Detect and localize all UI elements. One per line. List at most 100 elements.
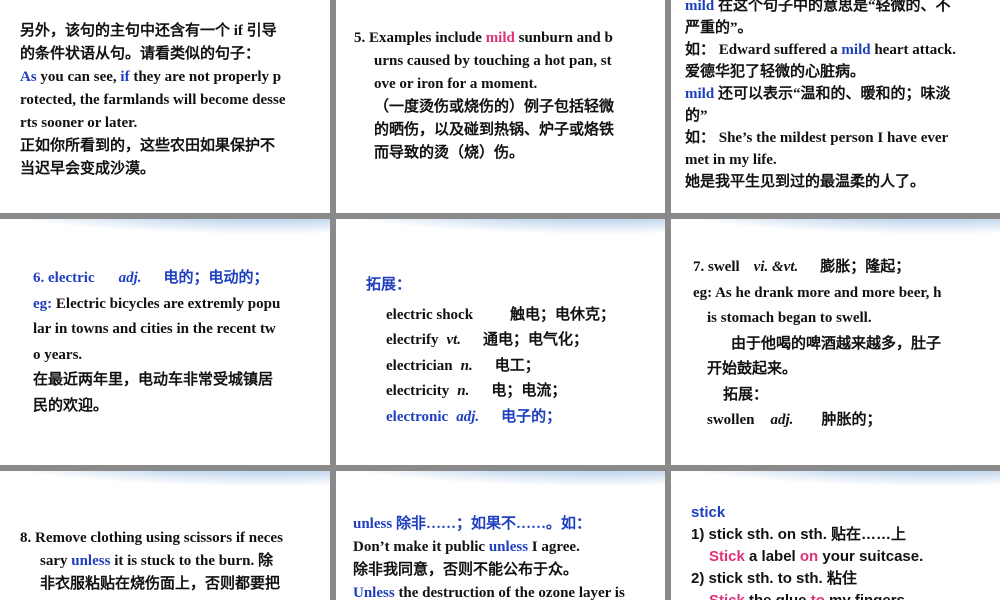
slide-panel-1: 另外，该句的主句中还含有一个 if 引导 的条件状语从句。请看类似的句子： As…: [0, 0, 330, 213]
meaning: 电的；电动的；: [163, 270, 269, 286]
text-line: mild 在这个句子中的意思是“轻微的、不: [685, 0, 995, 17]
text-span: I agree.: [528, 539, 580, 555]
keyword-stick: Stick: [709, 548, 745, 565]
panel-7-text: 8. Remove clothing using scissors if nec…: [20, 527, 325, 596]
panel-6-text: 7. swell vi. &vt. 膨胀；隆起； eg: As he drank m…: [693, 255, 993, 434]
text-line: unless 除非……；如果不……。如：: [353, 513, 663, 536]
text-span: 如： Edward suffered a: [685, 42, 842, 58]
extension-list: electric shock 触电；电休克； electrify vt. 通电；电气化；…: [366, 303, 656, 431]
text-line: （一度烫伤或烧伤的）例子包括轻微: [374, 99, 615, 115]
extension-word: electric shock: [386, 306, 474, 323]
text-line: 2) stick sth. to sth. 粘住: [691, 570, 857, 587]
extension-row: electrify vt. 通电；电气化；: [386, 328, 656, 354]
panel-1-text: 另外，该句的主句中还含有一个 if 引导 的条件状语从句。请看类似的句子： As…: [20, 20, 320, 181]
slide-panel-8: unless 除非……；如果不……。如： Don’t make it publi…: [336, 471, 665, 600]
text-line: eg: Electric bicycles are extremly popu: [33, 292, 323, 318]
text-span: my fingers.: [825, 592, 909, 600]
text-line: sary unless it is stuck to the burn. 除: [20, 550, 325, 573]
text-span: heart attack.: [870, 42, 956, 58]
text-line: As you can see, if they are not properly…: [20, 66, 320, 89]
slide-panel-5: 拓展： electric shock 触电；电休克； electrify vt. 通电；…: [336, 219, 665, 465]
keyword-as: As: [20, 69, 37, 85]
text-line: Stick a label on your suitcase.: [691, 546, 996, 568]
extension-pos: n.: [460, 357, 473, 374]
part-of-speech: adj.: [770, 412, 794, 428]
keyword-on: on: [799, 548, 819, 565]
text-line: 民的欢迎。: [33, 397, 109, 414]
word-swollen: swollen: [707, 412, 755, 428]
word-stick: stick: [691, 504, 726, 521]
text-line: 的”: [685, 108, 708, 124]
slide-panel-7: 8. Remove clothing using scissors if nec…: [0, 471, 330, 600]
text-line: 而导致的烫（烧）伤。: [374, 145, 525, 161]
panel-9-text: stick 1) stick sth. on sth. 贴在……上 Stick …: [691, 502, 996, 600]
text-line: 她是我平生见到过的最温柔的人了。: [685, 174, 926, 190]
keyword-unless: unless: [488, 539, 529, 555]
text-span: 在这个句子中的意思是“轻微的、不: [714, 0, 951, 14]
text-line: 拓展：: [723, 386, 769, 403]
extension-word: electrify: [386, 332, 439, 348]
panel-4-text: 6. electric adj. 电的；电动的； eg: Electric bicy…: [33, 266, 323, 419]
text-line: 另外，该句的主句中还含有一个 if 引导: [20, 23, 277, 39]
text-line: 5. Examples include mild sunburn and b: [354, 27, 659, 50]
extension-meaning: 触电；电休克；: [510, 306, 616, 323]
slide-panel-2: 5. Examples include mild sunburn and b u…: [336, 0, 665, 213]
text-span: you can see,: [36, 69, 121, 85]
text-line: rts sooner or later.: [20, 115, 138, 131]
keyword-stick: Stick: [709, 592, 745, 600]
extension-meaning: 通电；电气化；: [483, 332, 589, 348]
text-line: 在最近两年里，电动车非常受城镇居: [33, 372, 274, 388]
text-span: it is stuck to the burn. 除: [110, 553, 273, 569]
text-span: 除非……；如果不……。如：: [392, 516, 591, 532]
keyword-to: to: [811, 592, 825, 600]
meaning: 肿胀的；: [821, 412, 882, 428]
text-span: sary: [40, 553, 72, 569]
keyword-unless: Unless: [353, 585, 395, 600]
text-line: 的晒伤，以及碰到热锅、炉子或烙铁: [374, 122, 615, 138]
text-line: 1) stick sth. on sth. 贴在……上: [691, 526, 907, 543]
text-line: 爱德华犯了轻微的心脏病。: [685, 64, 866, 80]
slide-panel-3: mild 在这个句子中的意思是“轻微的、不 严重的”。 如： Edward su…: [671, 0, 1000, 213]
text-line: 当迟早会变成沙漠。: [20, 161, 156, 177]
panel-3-text: mild 在这个句子中的意思是“轻微的、不 严重的”。 如： Edward su…: [685, 0, 995, 193]
text-span: 5. Examples include: [354, 30, 486, 46]
text-line: mild 还可以表示“温和的、暖和的；味淡: [685, 83, 995, 105]
extension-row: electricity n. 电；电流；: [386, 379, 656, 405]
extension-meaning: 电工；: [494, 357, 540, 374]
header-wave: [0, 219, 330, 263]
text-line: swollen adj. 肿胀的；: [693, 408, 993, 434]
text-span: a label: [744, 548, 800, 565]
extension-row: electrician n. 电工；: [386, 354, 656, 380]
text-span: the glue: [745, 592, 811, 600]
extension-row: electric shock 触电；电休克；: [386, 303, 656, 329]
text-line: 由于他喝的啤酒越来越多，肚子: [731, 335, 942, 352]
part-of-speech: vi. &vt.: [753, 259, 799, 275]
keyword-if: if: [120, 69, 130, 85]
meaning: 膨胀；隆起；: [820, 259, 911, 275]
keyword-unless: unless: [71, 553, 111, 569]
text-line: Stick the glue to my fingers.: [691, 590, 996, 600]
part-of-speech: adj.: [118, 270, 142, 286]
panel-8-text: unless 除非……；如果不……。如： Don’t make it publi…: [353, 513, 663, 600]
word-swell: 7. swell: [693, 259, 740, 275]
extension-meaning: 电子的；: [501, 408, 562, 425]
extension-pos: vt.: [446, 332, 462, 348]
text-line: 除非我同意，否则不能公布于众。: [353, 562, 579, 578]
text-line: ove or iron for a moment.: [374, 76, 538, 92]
text-line: is stomach began to swell.: [707, 310, 872, 326]
header-wave: [0, 471, 330, 515]
slide-panel-6: 7. swell vi. &vt. 膨胀；隆起； eg: As he drank m…: [671, 219, 1000, 465]
keyword-unless: unless: [353, 516, 393, 532]
text-line: 8. Remove clothing using scissors if nec…: [20, 530, 283, 546]
text-line: Unless the destruction of the ozone laye…: [353, 582, 663, 600]
text-line: 的条件状语从句。请看类似的句子：: [20, 46, 261, 62]
text-span: your suitcase.: [818, 548, 924, 565]
extension-word: electronic: [386, 408, 449, 425]
word-electric: 6. electric: [33, 270, 95, 286]
text-line: 严重的”。: [685, 20, 753, 36]
text-line: 开始鼓起来。: [707, 361, 798, 377]
extension-pos: n.: [457, 383, 470, 399]
text-line: 如： Edward suffered a mild heart attack.: [685, 39, 995, 61]
slide-panel-9: stick 1) stick sth. on sth. 贴在……上 Stick …: [671, 471, 1000, 600]
text-span: sunburn and b: [514, 30, 613, 46]
